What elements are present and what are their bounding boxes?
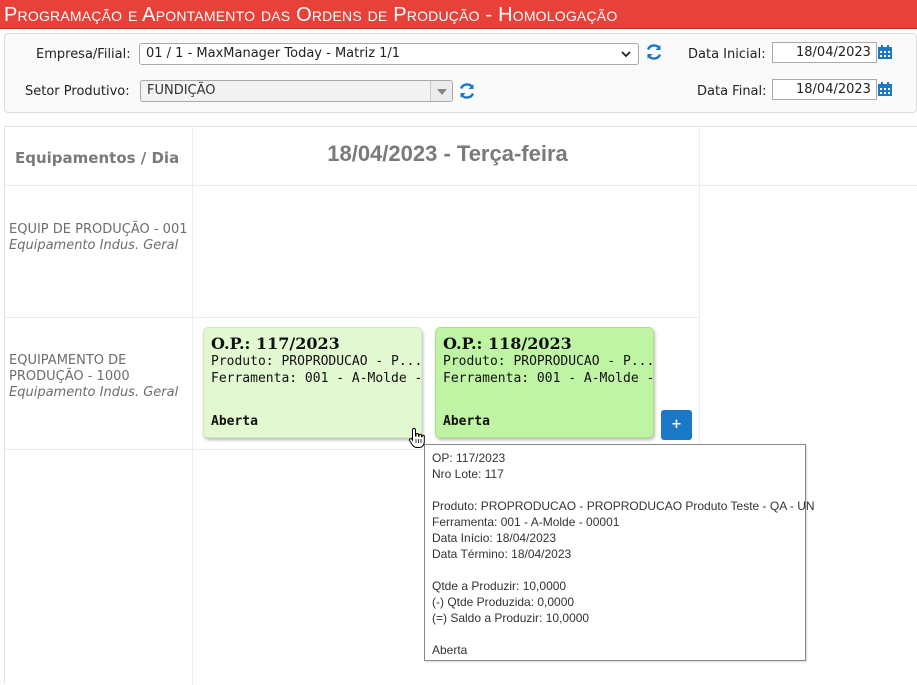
company-select[interactable]: 01 / 1 - MaxManager Today - Matriz 1/1: [139, 43, 639, 65]
sector-select[interactable]: FUNDIÇÃO: [140, 80, 453, 102]
order-status: Aberta: [443, 414, 490, 429]
sector-select-value: FUNDIÇÃO: [147, 83, 216, 98]
equipment-name: EQUIPAMENTO DE PRODUÇÃO - 1000: [9, 353, 130, 384]
tooltip-balance: (=) Saldo a Produzir: 10,0000: [432, 611, 590, 625]
start-date-input[interactable]: 18/04/2023: [772, 42, 877, 63]
production-order-card[interactable]: O.P.: 117/2023 Produto: PROPRODUCAO - P.…: [203, 327, 422, 438]
chevron-down-icon: [430, 81, 452, 101]
company-select-value: 01 / 1 - MaxManager Today - Matriz 1/1: [146, 46, 401, 61]
order-status: Aberta: [211, 414, 258, 429]
equipment-type: Equipamento Indus. Geral: [9, 238, 179, 253]
calendar-icon[interactable]: [877, 81, 893, 97]
tooltip-spacer: [432, 482, 798, 498]
row-divider: [5, 185, 917, 186]
order-product: Produto: PROPRODUCAO - P...: [443, 354, 654, 369]
tooltip-tool: Ferramenta: 001 - A-Molde - 00001: [432, 515, 620, 529]
page-title: Programação e Apontamento das Ordens de …: [4, 4, 618, 26]
refresh-icon[interactable]: [458, 82, 476, 100]
calendar-icon[interactable]: [877, 44, 893, 60]
end-date-input[interactable]: 18/04/2023: [772, 79, 877, 100]
equipment-row-label: EQUIPAMENTO DE PRODUÇÃO - 1000 Equipamen…: [9, 353, 179, 401]
order-tool: Ferramenta: 001 - A-Molde -...: [211, 371, 422, 386]
production-order-card[interactable]: O.P.: 118/2023 Produto: PROPRODUCAO - P.…: [435, 327, 654, 438]
equipment-day-header: Equipamentos / Dia: [15, 149, 180, 167]
order-product: Produto: PROPRODUCAO - P...: [211, 354, 422, 369]
tooltip-end-date: Data Término: 18/04/2023: [432, 547, 572, 561]
order-tool: Ferramenta: 001 - A-Molde -...: [443, 371, 654, 386]
column-divider: [192, 127, 193, 685]
refresh-icon[interactable]: [645, 43, 663, 61]
order-number: O.P.: 117/2023: [211, 334, 340, 353]
chevron-down-icon: [621, 51, 631, 58]
date-column-header: 18/04/2023 - Terça-feira: [327, 141, 568, 166]
tooltip-produced: (-) Qtde Produzida: 0,0000: [432, 595, 575, 609]
filter-panel: Empresa/Filial: 01 / 1 - MaxManager Toda…: [4, 33, 917, 113]
order-tooltip: OP: 117/2023 Nro Lote: 117 Produto: PROP…: [424, 444, 815, 661]
sector-label: Setor Produtivo:: [25, 84, 130, 99]
tooltip-op: OP: 117/2023: [432, 451, 506, 465]
equipment-row-label: EQUIP DE PRODUÇÃO - 001 Equipamento Indu…: [9, 222, 189, 254]
add-order-button[interactable]: +: [661, 410, 692, 440]
equipment-type: Equipamento Indus. Geral: [9, 385, 179, 400]
tooltip-lot: Nro Lote: 117: [432, 467, 504, 481]
tooltip-start-date: Data Início: 18/04/2023: [432, 531, 557, 545]
tooltip-spacer: [432, 562, 798, 578]
end-date-label: Data Final:: [697, 84, 767, 99]
row-divider: [5, 317, 700, 318]
start-date-value: 18/04/2023: [796, 45, 871, 60]
tooltip-status: Aberta: [432, 643, 468, 657]
tooltip-product: Produto: PROPRODUCAO - PROPRODUCAO Produ…: [432, 499, 815, 513]
tooltip-qty: Qtde a Produzir: 10,0000: [432, 579, 567, 593]
column-divider: [699, 127, 700, 449]
end-date-value: 18/04/2023: [796, 82, 871, 97]
order-number: O.P.: 118/2023: [443, 334, 572, 353]
hand-cursor-icon: [408, 427, 425, 448]
tooltip-spacer: [432, 626, 798, 642]
equipment-name: EQUIP DE PRODUÇÃO - 001: [9, 222, 188, 237]
title-bar: Programação e Apontamento das Ordens de …: [0, 0, 917, 29]
start-date-label: Data Inicial:: [688, 47, 766, 62]
company-label: Empresa/Filial:: [36, 47, 131, 62]
